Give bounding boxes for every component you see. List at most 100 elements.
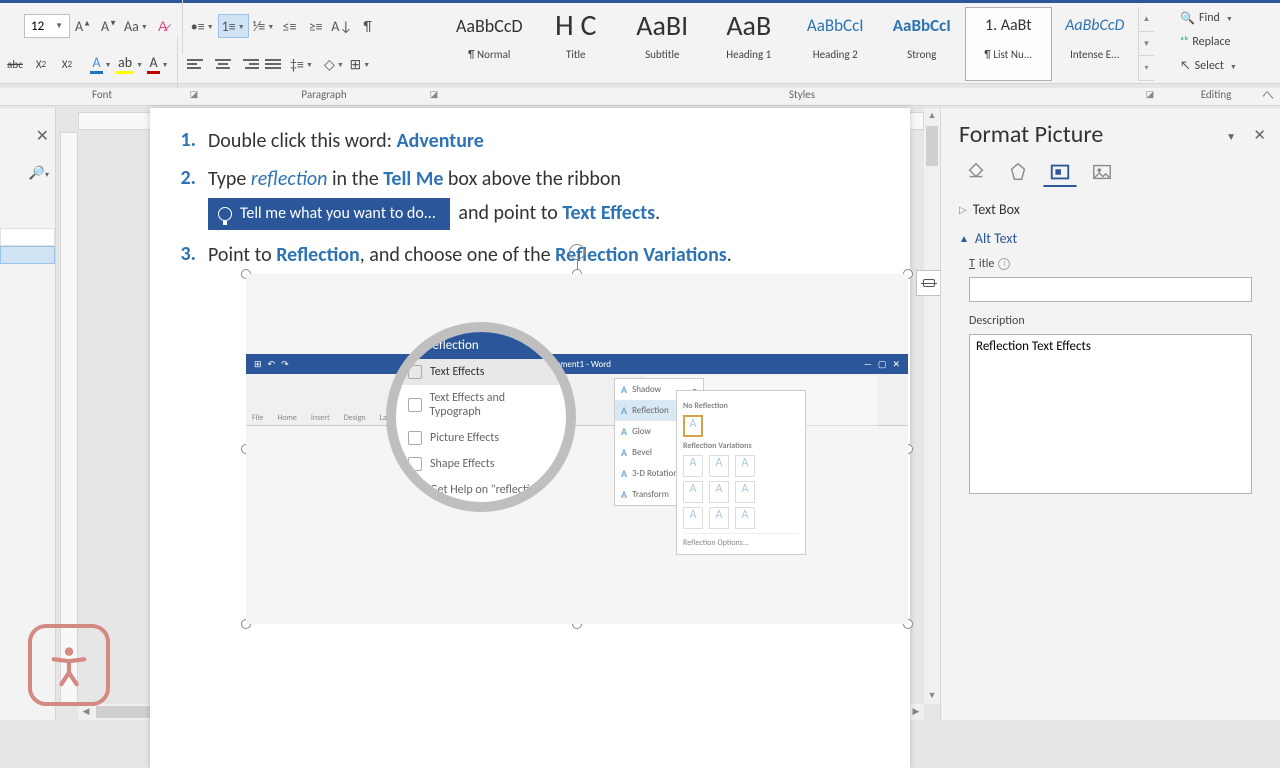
multilevel-list-button[interactable]: ⅟≡▼ xyxy=(253,14,275,38)
search-icon: 🔍 xyxy=(1180,11,1195,26)
style-item[interactable]: AaBHeading 1 xyxy=(706,7,793,81)
rotate-handle[interactable] xyxy=(569,244,585,260)
magnifier-menu-item: Picture Effects xyxy=(396,425,566,451)
pane-title: Format Picture ▼ ✕ xyxy=(941,108,1280,157)
expand-icon[interactable]: ▾ xyxy=(1139,56,1154,81)
style-item[interactable]: 1. AaBt¶ List Nu... xyxy=(965,7,1052,81)
magnifier-search: 💡reflection xyxy=(396,332,566,359)
chevron-down-icon[interactable]: ▼ xyxy=(1139,32,1154,57)
alt-text-title-input[interactable] xyxy=(969,277,1252,302)
text-effects-button[interactable]: A▼ xyxy=(90,52,112,76)
justify-button[interactable] xyxy=(264,52,286,76)
chevron-down-icon: ▲ xyxy=(959,232,969,245)
superscript-button[interactable]: X2 xyxy=(56,52,78,76)
scroll-right-icon[interactable]: ▶ xyxy=(908,704,924,720)
layout-tab[interactable] xyxy=(1043,157,1077,187)
shading-button[interactable]: ◇▼ xyxy=(323,52,345,76)
clear-formatting-button[interactable]: A̷ xyxy=(152,14,174,38)
close-icon[interactable]: ✕ xyxy=(36,126,49,146)
chevron-up-icon[interactable]: ▲ xyxy=(1139,7,1154,32)
styles-gallery-more[interactable]: ▲ ▼ ▾ xyxy=(1138,7,1154,81)
lightbulb-icon xyxy=(218,207,232,221)
line-spacing-button[interactable]: ‡≡▼ xyxy=(290,52,313,76)
magnifier-menu-item: Text Effects and Typograph xyxy=(396,385,566,425)
list-item: 2. Type reflection in the Tell Me box ab… xyxy=(170,166,890,230)
increase-indent-button[interactable]: ≥≡ xyxy=(305,14,327,38)
chevron-down-icon[interactable]: ▼ xyxy=(1226,130,1236,143)
nav-heading-item-active[interactable] xyxy=(0,246,55,264)
reflection-panel: No Reflection Reflection Variations Refl… xyxy=(676,390,806,555)
strikethrough-button[interactable]: abc xyxy=(4,52,26,76)
style-item[interactable]: AaBbCcIHeading 2 xyxy=(792,7,879,81)
styles-group-label: Styles◪ xyxy=(444,88,1160,105)
font-color-button[interactable]: A▼ xyxy=(147,52,169,76)
align-left-button[interactable] xyxy=(186,52,208,76)
bullets-button[interactable]: •≡▼ xyxy=(191,14,214,38)
align-right-button[interactable] xyxy=(238,52,260,76)
selected-picture[interactable]: ⊞↶↷ Document1 - Word —▢✕ FileHomeInsertD… xyxy=(246,274,908,624)
magnifier-menu-item: Text Effects xyxy=(396,359,566,385)
layout-options-button[interactable] xyxy=(916,270,942,296)
document-area: 123456 ▲ ▼ ◀ ▶ 1. Double click this word… xyxy=(56,108,940,720)
vertical-scrollbar[interactable]: ▲ ▼ xyxy=(924,108,940,704)
ribbon-top-border xyxy=(0,0,1280,3)
chevron-down-icon: ▼ xyxy=(55,21,63,31)
dialog-launcher-icon[interactable]: ◪ xyxy=(188,89,200,101)
accessibility-watermark xyxy=(28,624,110,706)
search-icon[interactable]: 🔎▾ xyxy=(29,166,49,181)
list-number: 1. xyxy=(170,128,196,154)
style-item[interactable]: AaBbCcD¶ Normal xyxy=(446,7,533,81)
style-item[interactable]: AaBISubtitle xyxy=(619,7,706,81)
dialog-launcher-icon[interactable]: ◪ xyxy=(428,89,440,101)
highlight-button[interactable]: ab▼ xyxy=(116,52,143,76)
fill-tab[interactable] xyxy=(959,157,993,187)
change-case-button[interactable]: Aa▼ xyxy=(124,14,148,38)
borders-button[interactable]: ⊞▼ xyxy=(349,52,371,76)
font-group-label: Font◪ xyxy=(0,88,204,105)
accessibility-icon xyxy=(46,642,92,688)
select-button[interactable]: ↖Select▼ xyxy=(1174,54,1272,78)
scrollbar-thumb[interactable] xyxy=(926,126,938,166)
numbering-button[interactable]: 1≡▼ xyxy=(218,14,249,38)
replace-button[interactable]: ᵃᵇReplace xyxy=(1174,30,1272,54)
dialog-launcher-icon[interactable]: ◪ xyxy=(1144,89,1156,101)
paragraph-group-label: Paragraph◪ xyxy=(204,88,444,105)
show-marks-button[interactable]: ¶ xyxy=(357,14,379,38)
replace-icon: ᵃᵇ xyxy=(1180,35,1188,49)
mini-titlebar: ⊞↶↷ Document1 - Word —▢✕ xyxy=(246,354,908,374)
document-page[interactable]: 1. Double click this word: Adventure 2. … xyxy=(150,108,910,768)
sort-button[interactable]: A↓ xyxy=(331,14,353,38)
layout-options-icon xyxy=(923,279,935,287)
textbox-section[interactable]: ▷Text Box xyxy=(941,195,1280,224)
ribbon: 12 ▼ A▲ A▼ Aa▼ A̷ •≡▼ 1≡▼ ⅟≡▼ ≤≡ ≥≡ A↓ ¶… xyxy=(0,0,1280,84)
alt-text-description-input[interactable] xyxy=(969,334,1252,494)
vertical-ruler[interactable] xyxy=(60,132,78,704)
align-center-button[interactable] xyxy=(212,52,234,76)
ribbon-group-labels: Font◪ Paragraph◪ Styles◪ Editing xyxy=(0,88,1280,106)
font-size-combo[interactable]: 12 ▼ xyxy=(24,14,70,38)
shrink-font-button[interactable]: A▼ xyxy=(98,14,120,38)
nav-heading-item[interactable] xyxy=(0,228,55,246)
decrease-indent-button[interactable]: ≤≡ xyxy=(279,14,301,38)
picture-content: ⊞↶↷ Document1 - Word —▢✕ FileHomeInsertD… xyxy=(246,274,908,624)
scroll-left-icon[interactable]: ◀ xyxy=(78,704,94,720)
info-icon[interactable]: i xyxy=(998,258,1010,270)
subscript-button[interactable]: X2 xyxy=(30,52,52,76)
list-number: 3. xyxy=(170,242,196,268)
find-button[interactable]: 🔍Find▼ xyxy=(1174,6,1272,30)
format-picture-pane: Format Picture ▼ ✕ ▷Text Box ▲Alt Text T… xyxy=(940,108,1280,720)
picture-tab[interactable] xyxy=(1085,157,1119,187)
editing-group-label: Editing xyxy=(1160,88,1272,105)
close-icon[interactable]: ✕ xyxy=(1253,126,1266,145)
style-item[interactable]: AaBbCcDIntense E... xyxy=(1052,7,1139,81)
scroll-up-icon[interactable]: ▲ xyxy=(924,108,940,124)
effects-tab[interactable] xyxy=(1001,157,1035,187)
style-item[interactable]: AaBbCcIStrong xyxy=(879,7,966,81)
scroll-down-icon[interactable]: ▼ xyxy=(924,688,940,704)
grow-font-button[interactable]: A▲ xyxy=(72,14,94,38)
collapse-ribbon-button[interactable]: へ xyxy=(1262,86,1274,103)
cursor-icon: ↖ xyxy=(1180,59,1191,73)
font-size-value: 12 xyxy=(31,19,44,34)
alttext-section[interactable]: ▲Alt Text xyxy=(941,224,1280,253)
style-item[interactable]: H CTitle xyxy=(533,7,620,81)
